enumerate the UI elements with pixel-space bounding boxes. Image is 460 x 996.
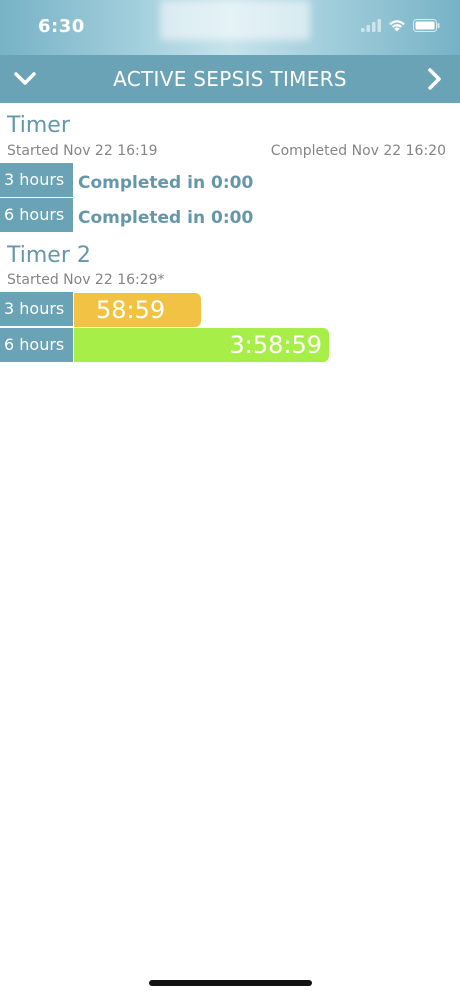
timer-row-label-6h: 6 hours	[0, 328, 73, 362]
timer-row-label-3h: 3 hours	[0, 292, 73, 326]
timer-name: Timer	[7, 113, 70, 138]
battery-icon	[413, 19, 440, 32]
timer-name: Timer 2	[7, 243, 91, 268]
status-time: 6:30	[38, 16, 85, 37]
next-button[interactable]	[410, 55, 460, 103]
countdown-bar-3h: 58:59	[74, 293, 201, 327]
timer-completed: Completed Nov 22 16:20	[270, 143, 446, 159]
nav-bar: ACTIVE SEPSIS TIMERS	[0, 55, 460, 103]
timer-started: Started Nov 22 16:29*	[7, 272, 165, 288]
status-bar: 6:30	[0, 0, 460, 55]
collapse-button[interactable]	[0, 55, 50, 103]
cellular-signal-icon	[361, 19, 381, 32]
chevron-down-icon	[14, 72, 36, 85]
countdown-bar-6h: 3:58:59	[74, 328, 329, 362]
timer-row-value-3h: Completed in 0:00	[78, 173, 254, 193]
status-icons	[361, 19, 440, 32]
timer-row-value-6h: Completed in 0:00	[78, 208, 254, 228]
timer-started: Started Nov 22 16:19	[7, 143, 158, 159]
timer-row-label-6h: 6 hours	[0, 198, 73, 232]
page-title: ACTIVE SEPSIS TIMERS	[113, 67, 347, 91]
status-bar-glow	[160, 0, 310, 40]
timer-row-label-3h: 3 hours	[0, 163, 73, 197]
wifi-icon	[389, 20, 405, 32]
home-indicator	[149, 980, 312, 986]
chevron-right-icon	[428, 68, 441, 90]
